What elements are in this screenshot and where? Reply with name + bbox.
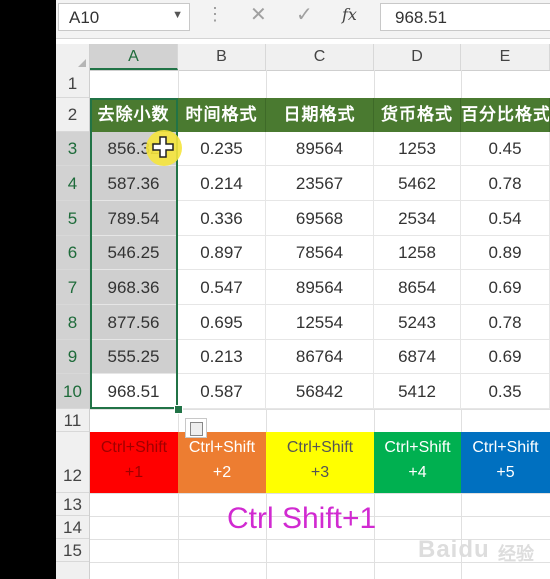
header-cell-c2[interactable]: 日期格式 (266, 98, 374, 132)
select-all-corner[interactable] (56, 44, 90, 70)
cell-b4[interactable]: 0.214 (178, 166, 266, 201)
cell-e4[interactable]: 0.78 (461, 166, 550, 201)
cell-d8[interactable]: 5243 (374, 305, 461, 340)
column-header-c[interactable]: C (266, 44, 374, 70)
cell-b9[interactable]: 0.213 (178, 340, 266, 374)
cell-c3[interactable]: 89564 (266, 132, 374, 166)
cell-e7[interactable]: 0.69 (461, 270, 550, 305)
formula-bar: A10 ▼ ⋮ ✕ ✓ fx 968.51 (56, 0, 550, 39)
shortcut-cell-3[interactable]: Ctrl+Shift +3 (266, 432, 374, 493)
shortcut-label: Ctrl+Shift (286, 439, 354, 456)
row-header-5[interactable]: 5 (56, 201, 89, 236)
cell-e8[interactable]: 0.78 (461, 305, 550, 340)
shortcut-key: +5 (496, 464, 515, 481)
row-header-7[interactable]: 7 (56, 270, 89, 305)
column-header-bar: A B C D E (56, 44, 550, 71)
enter-icon[interactable]: ✓ (296, 2, 313, 27)
shortcut-cell-1[interactable]: Ctrl+Shift +1 (90, 432, 178, 493)
cell-e6[interactable]: 0.89 (461, 236, 550, 270)
row-header-bar: 1 2 3 4 5 6 7 8 9 10 11 12 13 14 15 (56, 70, 90, 579)
grid-line (90, 493, 550, 494)
shortcut-cell-4[interactable]: Ctrl+Shift +4 (374, 432, 461, 493)
cell-e5[interactable]: 0.54 (461, 201, 550, 236)
row-header-14[interactable]: 14 (56, 516, 89, 539)
cell-c6[interactable]: 78564 (266, 236, 374, 270)
name-box-dropdown-icon[interactable]: ▼ (172, 9, 183, 21)
column-header-d[interactable]: D (374, 44, 461, 70)
cell-c9[interactable]: 86764 (266, 340, 374, 374)
cell-b8[interactable]: 0.695 (178, 305, 266, 340)
baidu-watermark: Baidu (418, 536, 490, 563)
grid-line (90, 409, 550, 410)
shortcut-key: +3 (310, 464, 330, 481)
cell-e9[interactable]: 0.69 (461, 340, 550, 374)
cell-d3[interactable]: 1253 (374, 132, 461, 166)
select-all-icon (78, 59, 86, 67)
shortcut-label: Ctrl+Shift (188, 439, 256, 456)
shortcut-label: Ctrl+Shift (100, 439, 168, 456)
cell-e10[interactable]: 0.35 (461, 374, 550, 409)
name-box-value: A10 (69, 8, 100, 27)
cell-grid: 去除小数 时间格式 日期格式 货币格式 百分比格式 856.32 0.235 8… (90, 70, 550, 579)
cell-d5[interactable]: 2534 (374, 201, 461, 236)
formula-value: 968.51 (395, 8, 447, 27)
shortcut-label: Ctrl+Shift (384, 439, 451, 456)
plus-cursor-icon (152, 136, 174, 158)
column-header-a[interactable]: A (90, 44, 178, 70)
shortcut-cell-5[interactable]: Ctrl+Shift +5 (461, 432, 550, 493)
row-header-8[interactable]: 8 (56, 305, 89, 340)
clipboard-icon (190, 422, 203, 436)
baidu-watermark-sub: 经验 (498, 544, 534, 564)
cell-c8[interactable]: 12554 (266, 305, 374, 340)
row-header-10[interactable]: 10 (56, 374, 89, 409)
cell-d4[interactable]: 5462 (374, 166, 461, 201)
insert-function-button[interactable]: fx (342, 5, 357, 24)
formula-bar-dots-icon: ⋮ (206, 4, 224, 24)
row-header-4[interactable]: 4 (56, 166, 89, 201)
header-cell-b2[interactable]: 时间格式 (178, 98, 266, 132)
row-header-6[interactable]: 6 (56, 236, 89, 270)
fill-handle[interactable] (174, 405, 183, 414)
column-header-b[interactable]: B (178, 44, 266, 70)
column-header-e[interactable]: E (461, 44, 550, 70)
shortcut-key: +1 (124, 464, 144, 481)
cell-c10[interactable]: 56842 (266, 374, 374, 409)
shortcut-key: +4 (408, 464, 427, 481)
spreadsheet-window: A10 ▼ ⋮ ✕ ✓ fx 968.51 A B C D E 1 2 3 4 … (56, 0, 550, 579)
shortcut-label: Ctrl+Shift (472, 439, 539, 456)
shortcut-key: +2 (212, 464, 232, 481)
cell-d7[interactable]: 8654 (374, 270, 461, 305)
cell-b5[interactable]: 0.336 (178, 201, 266, 236)
row-header-15[interactable]: 15 (56, 539, 89, 562)
cell-b6[interactable]: 0.897 (178, 236, 266, 270)
row-header-1[interactable]: 1 (56, 70, 89, 98)
cell-b10[interactable]: 0.587 (178, 374, 266, 409)
shortcut-cell-2[interactable]: Ctrl+Shift +2 (178, 432, 266, 493)
cell-d6[interactable]: 1258 (374, 236, 461, 270)
name-box[interactable]: A10 ▼ (58, 3, 190, 31)
row-header-9[interactable]: 9 (56, 340, 89, 374)
row-header-3[interactable]: 3 (56, 132, 89, 166)
header-cell-e2[interactable]: 百分比格式 (461, 98, 550, 132)
cell-d9[interactable]: 6874 (374, 340, 461, 374)
shortcut-caption: Ctrl Shift+1 (227, 502, 377, 535)
cell-e3[interactable]: 0.45 (461, 132, 550, 166)
cancel-icon[interactable]: ✕ (250, 2, 267, 27)
paste-options-icon[interactable] (185, 418, 207, 438)
row-header-13[interactable]: 13 (56, 493, 89, 516)
cell-d10[interactable]: 5412 (374, 374, 461, 409)
row-header-2[interactable]: 2 (56, 98, 89, 132)
cell-b3[interactable]: 0.235 (178, 132, 266, 166)
cell-c7[interactable]: 89564 (266, 270, 374, 305)
header-cell-d2[interactable]: 货币格式 (374, 98, 461, 132)
row-header-11[interactable]: 11 (56, 409, 89, 432)
row-header-12[interactable]: 12 (56, 432, 89, 493)
cell-b7[interactable]: 0.547 (178, 270, 266, 305)
cell-c5[interactable]: 69568 (266, 201, 374, 236)
formula-input[interactable]: 968.51 (380, 3, 550, 31)
cell-c4[interactable]: 23567 (266, 166, 374, 201)
